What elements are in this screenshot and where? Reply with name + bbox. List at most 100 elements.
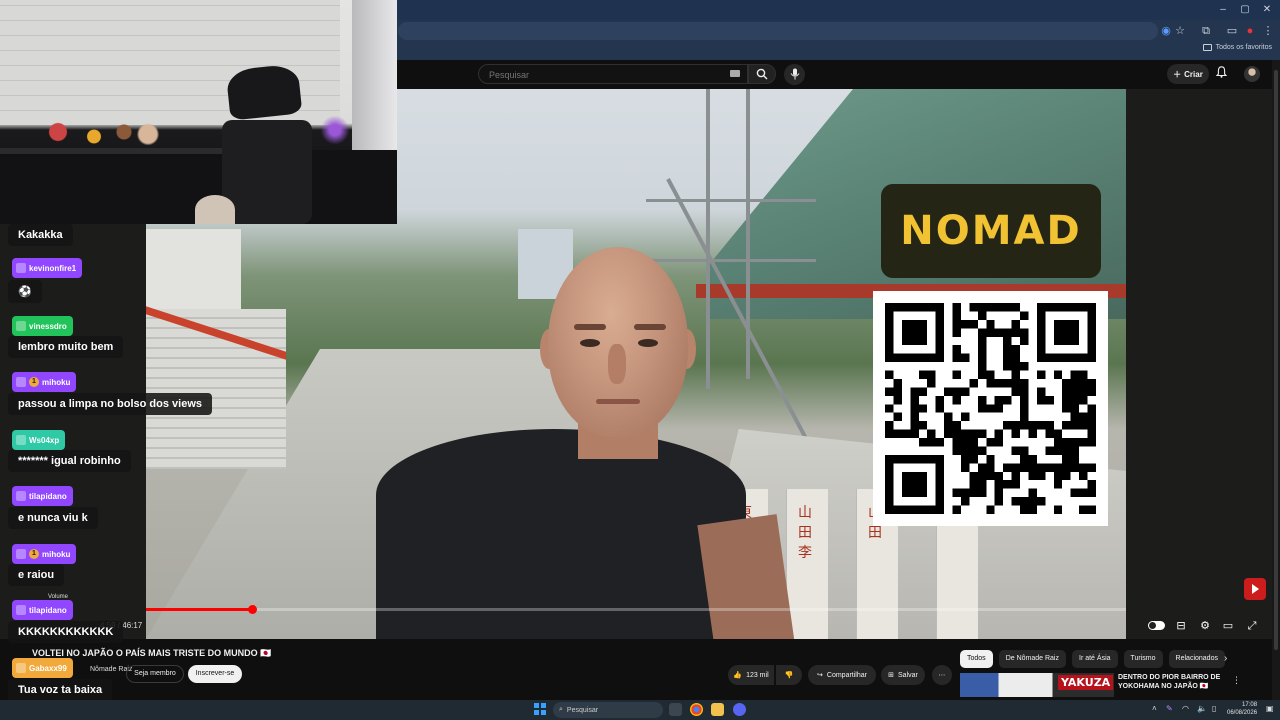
chat-username-badge[interactable]: vinessdro [12, 316, 73, 336]
progress-scrubber[interactable] [247, 605, 257, 614]
recommendation-thumbnail[interactable]: YAKUZA [960, 673, 1114, 697]
chat-username-badge[interactable]: kevinonfire1 [12, 258, 83, 278]
voice-search-button[interactable] [784, 64, 805, 85]
chrome-icon[interactable] [690, 703, 703, 716]
chat-username-badge[interactable]: tilapidano [12, 600, 73, 620]
taskbar-clock[interactable]: 17:08 06/08/2026 [1227, 701, 1257, 717]
search-icon [756, 68, 768, 80]
subscribe-button[interactable]: Inscrever-se [188, 665, 242, 683]
save-icon: ⊞ [888, 672, 895, 679]
sponsor-logo: NOMAD [900, 208, 1082, 254]
recommendation-chip[interactable]: Todos [960, 650, 993, 668]
chat-message-text: ⚽ [8, 280, 42, 303]
all-bookmarks-folder[interactable]: Todos os favoritos [1202, 44, 1272, 51]
chat-badge-icon [16, 321, 26, 331]
scrollbar-thumb[interactable] [1274, 70, 1278, 650]
taskbar-search-label: Pesquisar [566, 706, 599, 714]
chat-message-text: Kakakka [8, 224, 73, 246]
windows-start-icon[interactable] [534, 703, 546, 715]
chat-username: mihoku [42, 549, 71, 559]
search-input[interactable] [487, 69, 707, 81]
chat-badge-icon [16, 549, 26, 559]
chevron-right-icon[interactable]: › [1224, 653, 1227, 664]
chat-message-text: KKKKKKKKKKKK [8, 621, 124, 643]
chat-username-badge[interactable]: 1 mihoku [12, 372, 77, 392]
chat-username-badge[interactable]: 1 mihoku [12, 544, 77, 564]
streamer-webcam [0, 0, 397, 224]
share-icon: ↪ [817, 672, 823, 679]
chat-username: vinessdro [29, 321, 67, 331]
close-window-button[interactable]: ✕ [1258, 3, 1276, 17]
youtube-watermark-icon[interactable] [1244, 578, 1266, 600]
chat-username: Ws04xp [29, 435, 60, 445]
theater-mode-icon[interactable]: ▭ [1220, 619, 1236, 633]
video-title: VOLTEI NO JAPÃO O PAÍS MAIS TRISTE DO MU… [32, 648, 272, 658]
browser-menu-icon[interactable]: ⋮ [1260, 23, 1276, 39]
cast-icon[interactable]: ▭ [1224, 23, 1240, 39]
chat-badge-icon [16, 435, 26, 445]
gaming-chair [222, 120, 312, 224]
settings-gear-icon[interactable]: ⚙ [1197, 619, 1213, 633]
more-icon: ⋯ [938, 672, 946, 679]
wifi-icon[interactable]: ◠ [1182, 704, 1189, 713]
chat-username-badge[interactable]: Ws04xp [12, 430, 66, 450]
dislike-button[interactable]: 👎 [776, 665, 802, 685]
address-bar[interactable] [398, 22, 1158, 40]
subtitles-icon[interactable]: ⊟ [1173, 619, 1189, 633]
scaffold-bar [646, 199, 816, 202]
save-button[interactable]: ⊞ Salvar [881, 665, 925, 685]
autoplay-toggle[interactable] [1148, 621, 1165, 630]
chat-username: tilapidano [29, 605, 67, 615]
discord-icon[interactable] [733, 703, 746, 716]
minimize-button[interactable]: – [1214, 3, 1232, 17]
recommendation-chip[interactable]: De Nômade Raiz [998, 650, 1066, 668]
chat-username: Gabaxx99 [29, 663, 67, 673]
mic-icon [790, 68, 799, 80]
keyboard-icon[interactable] [730, 70, 740, 77]
more-actions-button[interactable]: ⋯ [932, 665, 952, 685]
recommendation-menu-icon[interactable]: ⋮ [1232, 675, 1241, 686]
taskbar-search[interactable]: ⌕ Pesquisar [553, 702, 663, 718]
join-button[interactable]: Seja membro [126, 665, 184, 683]
sponsor-logo-box: NOMAD [881, 184, 1101, 278]
page-scrollbar[interactable] [1272, 60, 1280, 700]
purple-lamp [305, 110, 365, 150]
like-button[interactable]: 👍 123 mil [728, 665, 774, 685]
search-box[interactable] [478, 64, 748, 84]
recommendation-chip[interactable]: Ir até Ásia [1072, 650, 1118, 668]
progress-bar[interactable] [146, 608, 1126, 611]
create-label: Criar [1184, 69, 1203, 79]
chat-badge-icon [16, 605, 26, 615]
task-view-icon[interactable] [669, 703, 682, 716]
all-bookmarks-label: Todos os favoritos [1215, 44, 1272, 51]
create-button[interactable]: ＋ Criar [1167, 64, 1209, 84]
like-count: 123 mil [746, 671, 769, 679]
bookmark-star-icon[interactable]: ☆ [1172, 23, 1188, 39]
thumbnail-text: YAKUZA [1058, 675, 1114, 690]
recommendation-chip[interactable]: Relacionados [1168, 650, 1225, 668]
chat-message-text: e raiou [8, 564, 65, 586]
speaker-icon[interactable]: 🔈 [1197, 704, 1207, 713]
notification-icon[interactable]: ▣ [1266, 704, 1274, 713]
folder-icon [1202, 44, 1212, 51]
profile-icon[interactable]: ● [1242, 23, 1258, 39]
extensions-icon[interactable]: ⧉ [1198, 23, 1214, 39]
tray-chevron-icon[interactable]: ˄ [1152, 704, 1157, 713]
chat-username: kevinonfire1 [29, 263, 77, 273]
share-button[interactable]: ↪ Compartilhar [808, 665, 876, 685]
recommendation-chip[interactable]: Turismo [1123, 650, 1163, 668]
chat-username-badge[interactable]: Gabaxx99 [12, 658, 73, 678]
recommendation-title[interactable]: DENTRO DO PIOR BAIRRO DE YOKOHAMA NO JAP… [1118, 673, 1228, 691]
person-eye [638, 339, 658, 347]
chat-username-badge[interactable]: tilapidano [12, 486, 73, 506]
file-explorer-icon[interactable] [711, 703, 724, 716]
battery-icon[interactable]: ▯ [1212, 704, 1216, 713]
fullscreen-icon[interactable]: ⤢ [1244, 619, 1260, 633]
search-button[interactable] [748, 64, 776, 84]
person-mouth [596, 399, 640, 404]
tray-app-icon[interactable]: ✎ [1166, 704, 1173, 713]
maximize-button[interactable]: ▢ [1236, 3, 1254, 17]
chat-username: mihoku [42, 377, 71, 387]
bell-icon[interactable] [1215, 66, 1228, 81]
account-avatar[interactable] [1244, 66, 1260, 82]
